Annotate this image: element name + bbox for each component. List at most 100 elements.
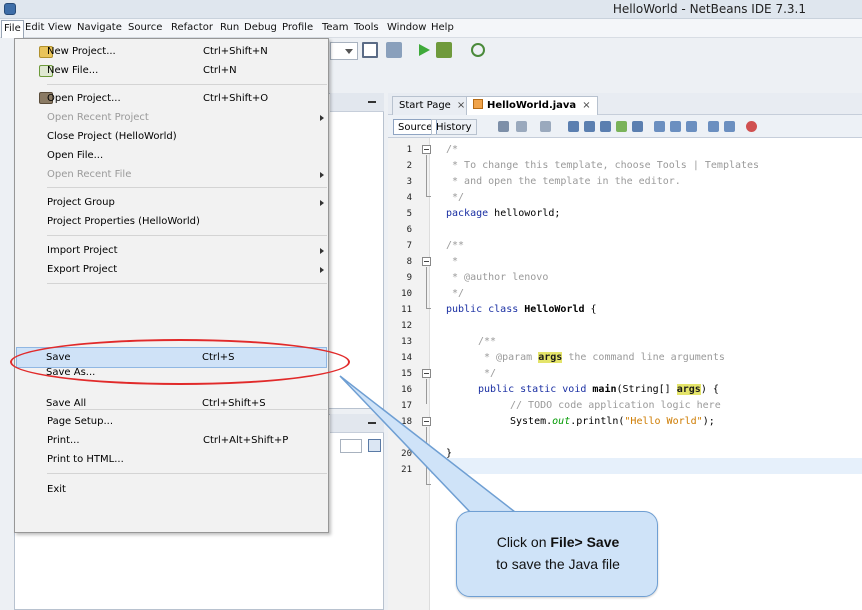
highlighted-args: args: [676, 384, 701, 395]
string-literal: "Hello World": [624, 416, 703, 427]
code-line: */: [446, 288, 465, 299]
run-icon[interactable]: [416, 42, 432, 58]
line-number: 11: [401, 305, 412, 315]
code-line: */: [446, 192, 465, 203]
menu-edit[interactable]: Edit: [25, 22, 44, 33]
shift-left-icon[interactable]: [708, 121, 719, 132]
forward-icon[interactable]: [540, 121, 551, 132]
menu-separator: [47, 187, 327, 188]
toggle-bookmark-icon[interactable]: [686, 121, 697, 132]
tab-label: HelloWorld.java: [487, 100, 577, 111]
projects-pane-header: [330, 93, 384, 112]
previous-bookmark-icon[interactable]: [654, 121, 665, 132]
configuration-combo[interactable]: [330, 42, 358, 60]
menu-item-import-project[interactable]: Import Project: [47, 241, 118, 260]
netbeans-app-icon: [4, 3, 16, 15]
toggle-highlight-icon[interactable]: [616, 121, 627, 132]
menu-item-project-properties[interactable]: Project Properties (HelloWorld): [47, 212, 200, 231]
code-line: /**: [478, 336, 497, 347]
line-number: 6: [406, 225, 412, 235]
menu-profile[interactable]: Profile: [282, 22, 313, 33]
menu-item-save-all[interactable]: Save All: [46, 394, 86, 413]
menu-item-project-group[interactable]: Project Group: [47, 193, 115, 212]
back-icon[interactable]: [516, 121, 527, 132]
hammer-icon[interactable]: [362, 42, 378, 58]
menu-refactor[interactable]: Refactor: [171, 22, 213, 33]
tab-start-page[interactable]: Start Page ×: [392, 96, 473, 115]
menu-item-open-project[interactable]: Open Project...: [47, 89, 121, 108]
menu-item-new-project[interactable]: New Project...: [47, 42, 116, 61]
shift-right-icon[interactable]: [724, 121, 735, 132]
menu-debug[interactable]: Debug: [244, 22, 277, 33]
code-line: *: [446, 256, 459, 267]
callout-line-1: Click on File> Save: [457, 534, 659, 550]
keyword: package: [446, 208, 489, 219]
profile-icon[interactable]: [470, 42, 486, 58]
fold-toggle-icon[interactable]: [422, 145, 431, 154]
close-icon[interactable]: ×: [582, 100, 590, 111]
fold-toggle-icon[interactable]: [422, 257, 431, 266]
history-view-button[interactable]: History: [431, 119, 477, 135]
java-file-icon: [473, 99, 483, 109]
menu-item-open-recent-project[interactable]: Open Recent Project: [47, 108, 149, 127]
code-line: /**: [446, 240, 465, 251]
keyword: public class: [446, 304, 519, 315]
find-next-icon[interactable]: [584, 121, 595, 132]
title-bar: HelloWorld - NetBeans IDE 7.3.1: [0, 0, 862, 19]
submenu-arrow-icon: [320, 248, 327, 254]
debug-icon[interactable]: [436, 42, 452, 58]
fold-line: [426, 155, 427, 196]
toggle-rect-icon[interactable]: [632, 121, 643, 132]
line-number: 5: [406, 209, 412, 219]
submenu-arrow-icon: [320, 172, 327, 178]
menu-team[interactable]: Team: [322, 22, 348, 33]
menu-item-page-setup[interactable]: Page Setup...: [47, 412, 113, 431]
code-line: * @param args the command line arguments: [478, 350, 725, 366]
menu-view[interactable]: View: [48, 22, 72, 33]
menu-item-exit[interactable]: Exit: [47, 480, 66, 499]
minimize-icon[interactable]: [368, 101, 376, 103]
tab-label: Start Page: [399, 100, 451, 111]
code-text: {: [584, 304, 597, 315]
shortcut-text: Ctrl+N: [203, 65, 237, 76]
menu-item-new-file[interactable]: New File...: [47, 61, 98, 80]
line-number: 14: [401, 353, 412, 363]
close-icon[interactable]: ×: [457, 100, 465, 111]
code-line: * and open the template in the editor.: [446, 176, 681, 187]
next-bookmark-icon[interactable]: [670, 121, 681, 132]
shortcut-text: Ctrl+Alt+Shift+P: [203, 435, 289, 446]
menu-navigate[interactable]: Navigate: [77, 22, 122, 33]
menu-item-open-recent-file[interactable]: Open Recent File: [47, 165, 131, 184]
find-selection-icon[interactable]: [600, 121, 611, 132]
line-number: 12: [401, 321, 412, 331]
callout-bold-text: File> Save: [550, 534, 620, 550]
code-text: ) {: [700, 384, 719, 395]
line-number: 4: [406, 193, 412, 203]
shortcut-text: Ctrl+Shift+N: [203, 46, 268, 57]
menu-window[interactable]: Window: [387, 22, 426, 33]
menu-help[interactable]: Help: [431, 22, 454, 33]
field-out: out: [552, 416, 571, 427]
code-line: * To change this template, choose Tools …: [446, 160, 760, 171]
menu-item-print-html[interactable]: Print to HTML...: [47, 450, 124, 469]
menu-run[interactable]: Run: [220, 22, 239, 33]
tab-helloworld-java[interactable]: HelloWorld.java ×: [466, 96, 598, 115]
menu-source[interactable]: Source: [128, 22, 162, 33]
instruction-callout: Click on File> Save to save the Java fil…: [456, 511, 658, 597]
fold-line: [426, 267, 427, 308]
last-edit-icon[interactable]: [498, 121, 509, 132]
menu-tools[interactable]: Tools: [354, 22, 379, 33]
menu-item-close-project[interactable]: Close Project (HelloWorld): [47, 127, 177, 146]
menu-item-open-file[interactable]: Open File...: [47, 146, 103, 165]
line-number: 1: [406, 145, 412, 155]
find-previous-icon[interactable]: [568, 121, 579, 132]
callout-pointer: [339, 375, 518, 513]
menu-file[interactable]: File: [1, 20, 24, 38]
menu-item-print[interactable]: Print...: [47, 431, 80, 450]
macro-record-icon[interactable]: [746, 121, 757, 132]
clean-build-icon[interactable]: [386, 42, 402, 58]
code-text: * @param: [478, 352, 539, 363]
menu-item-export-project[interactable]: Export Project: [47, 260, 117, 279]
code-line: package helloworld;: [446, 206, 560, 222]
method-name: main: [592, 384, 617, 395]
